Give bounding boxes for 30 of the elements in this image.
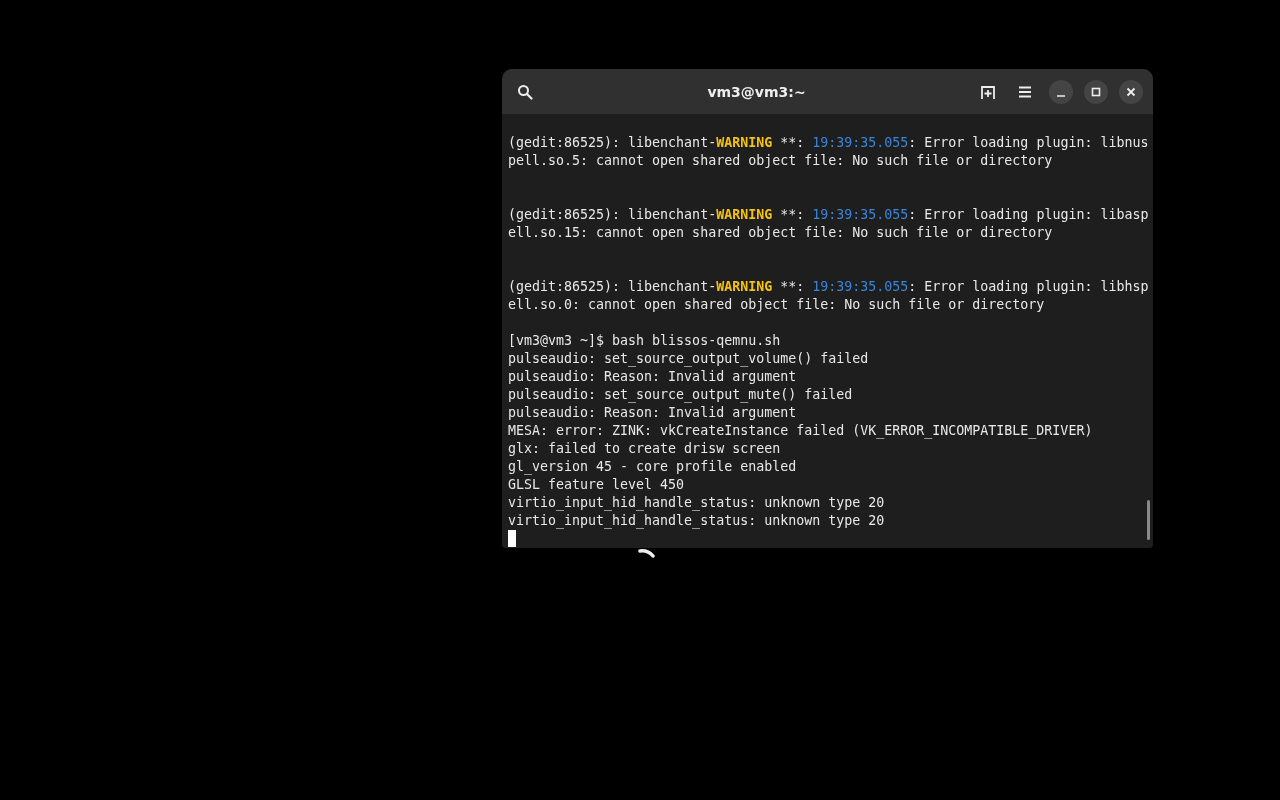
window-title: vm3@vm3:~ bbox=[706, 83, 807, 100]
terminal-line: pell.so.5: cannot open shared object file: No such file or directory bbox=[508, 153, 1053, 168]
scrollbar[interactable] bbox=[1147, 500, 1150, 540]
terminal-line: GLSL feature level 450 bbox=[508, 477, 685, 492]
terminal-line: ell.so.0: cannot open shared object file: No such file or directory bbox=[508, 297, 1045, 312]
loading-spinner-icon bbox=[638, 548, 656, 558]
close-button[interactable] bbox=[1119, 79, 1143, 104]
minimize-icon bbox=[1056, 94, 1066, 97]
terminal-line: pulseaudio: set_source_output_volume() failed bbox=[508, 351, 869, 366]
terminal-line: (gedit:86525): libenchant-WARNING **: 19:39:35.055: Error loading plugin: libhsp bbox=[508, 279, 1149, 294]
terminal-line: [vm3@vm3 ~]$ bash blissos-qemnu.sh bbox=[508, 333, 781, 348]
maximize-button[interactable] bbox=[1084, 79, 1108, 104]
terminal-cursor bbox=[508, 530, 516, 547]
menu-icon bbox=[1018, 85, 1032, 98]
terminal-line: gl_version 45 - core profile enabled bbox=[508, 459, 797, 474]
terminal-line: pulseaudio: Reason: Invalid argument bbox=[508, 369, 797, 384]
terminal-line: glx: failed to create drisw screen bbox=[508, 441, 781, 456]
terminal-line: ell.so.15: cannot open shared object file: No such file or directory bbox=[508, 225, 1053, 240]
terminal-line: pulseaudio: set_source_output_mute() failed bbox=[508, 387, 853, 402]
close-icon bbox=[1126, 86, 1136, 97]
terminal-line: MESA: error: ZINK: vkCreateInstance failed (VK_ERROR_INCOMPATIBLE_DRIVER) bbox=[508, 423, 1093, 438]
terminal-line: (gedit:86525): libenchant-WARNING **: 19:39:35.055: Error loading plugin: libasp bbox=[508, 207, 1149, 222]
terminal-line: (gedit:86525): libenchant-WARNING **: 19:39:35.055: Error loading plugin: libnus bbox=[508, 135, 1149, 150]
new-tab-icon bbox=[980, 83, 996, 100]
terminal-line: pulseaudio: Reason: Invalid argument bbox=[508, 405, 797, 420]
search-icon bbox=[517, 83, 533, 100]
terminal-line: virtio_input_hid_handle_status: unknown type 20 bbox=[508, 495, 885, 510]
minimize-button[interactable] bbox=[1049, 79, 1073, 104]
terminal-line: virtio_input_hid_handle_status: unknown type 20 bbox=[508, 513, 885, 528]
maximize-icon bbox=[1091, 86, 1101, 97]
